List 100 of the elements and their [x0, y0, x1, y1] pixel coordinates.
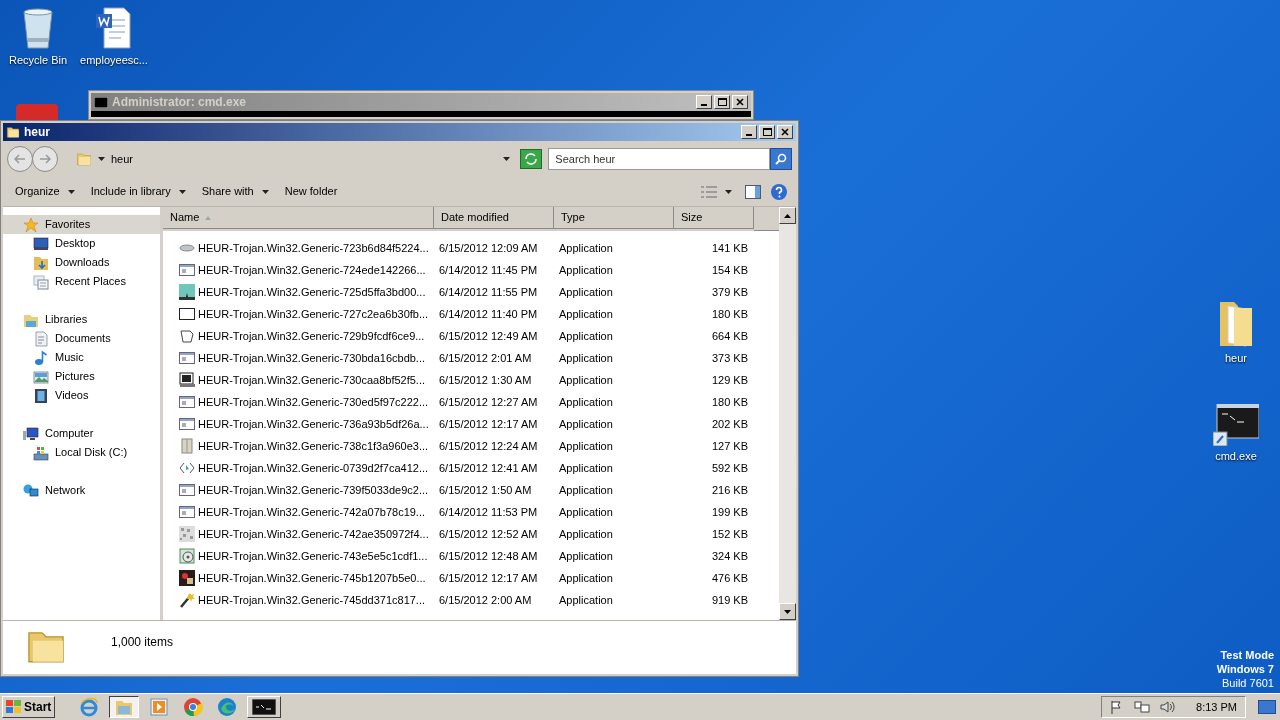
- app-window-icon: [179, 482, 195, 498]
- folder-icon: [75, 151, 92, 167]
- file-name[interactable]: HEUR-Trojan.Win32.Generic-725d5ffa3bd00...: [198, 283, 426, 301]
- date-cell-text: 6/14/2012 11:55 PM: [438, 284, 539, 300]
- caret-icon: [67, 189, 75, 194]
- size-cell-text: 373 KB: [710, 350, 749, 366]
- maximize-icon: [717, 98, 727, 106]
- app-window-icon: [179, 504, 195, 520]
- document-icon: [94, 6, 134, 50]
- console-maximize-button[interactable]: [714, 95, 730, 109]
- desktop-icon-label[interactable]: heur: [1225, 352, 1247, 366]
- caret-icon: [503, 157, 511, 161]
- code-brackets-icon: [179, 460, 195, 476]
- file-name[interactable]: HEUR-Trojan.Win32.Generic-724ede142266...: [198, 261, 426, 279]
- column-header[interactable]: Name: [163, 207, 434, 229]
- size-cell-text: 129 KB: [710, 372, 749, 388]
- date-cell-text: 6/15/2012 1:30 AM: [438, 372, 533, 388]
- file-name[interactable]: HEUR-Trojan.Win32.Generic-730bda16cbdb...: [198, 349, 426, 367]
- size-cell-text: 592 KB: [710, 460, 749, 476]
- search-button[interactable]: [770, 148, 792, 170]
- search-icon: [775, 153, 787, 165]
- test-mode-notice: Build 7601: [1222, 676, 1274, 690]
- file-name[interactable]: HEUR-Trojan.Win32.Generic-745b1207b5e0...: [198, 569, 426, 587]
- column-header[interactable]: Size: [674, 207, 754, 229]
- caret-icon: [261, 189, 269, 194]
- network-icon[interactable]: [1134, 700, 1151, 714]
- maximize-button[interactable]: [759, 125, 775, 139]
- file-name[interactable]: HEUR-Trojan.Win32.Generic-736a93b5df26a...: [198, 415, 429, 433]
- nav-item[interactable]: Libraries: [3, 310, 160, 329]
- date-cell-text: 6/15/2012 2:00 AM: [438, 592, 533, 608]
- start-button[interactable]: Start: [2, 696, 56, 718]
- nav-item[interactable]: Favorites: [3, 215, 160, 234]
- vertical-scrollbar[interactable]: [779, 207, 796, 620]
- dark-app-icon: [179, 570, 195, 586]
- speaker-icon[interactable]: [1160, 700, 1177, 714]
- type-cell-text: Application: [558, 284, 614, 300]
- terminal-icon: [179, 372, 195, 388]
- nav-item[interactable]: Network: [3, 481, 160, 500]
- file-name[interactable]: HEUR-Trojan.Win32.Generic-742a07b78c19...: [198, 503, 426, 521]
- landscape-icon: [179, 284, 195, 300]
- type-cell-text: Application: [558, 548, 614, 564]
- toolbar-button[interactable]: Organize: [9, 180, 81, 203]
- nav-item[interactable]: Pictures: [3, 367, 160, 386]
- close-button[interactable]: [777, 125, 793, 139]
- search-field[interactable]: Search heur: [548, 148, 771, 170]
- type-cell-text: Application: [558, 262, 614, 278]
- size-cell-text: 664 KB: [710, 328, 749, 344]
- refresh-button[interactable]: [520, 149, 543, 169]
- desktop-icon-label[interactable]: cmd.exe: [1215, 449, 1257, 464]
- console-minimize-button[interactable]: [696, 95, 712, 109]
- file-name[interactable]: HEUR-Trojan.Win32.Generic-738c1f3a960e3...: [198, 437, 429, 455]
- file-name[interactable]: HEUR-Trojan.Win32.Generic-729b9fcdf6ce9...: [198, 327, 425, 345]
- monitor-icon: [33, 235, 49, 252]
- column-header[interactable]: Date modified: [434, 207, 554, 229]
- clock[interactable]: 8:13 PM: [1196, 698, 1237, 716]
- nav-item[interactable]: Recent Places: [3, 272, 160, 291]
- size-cell-text: 919 KB: [710, 592, 749, 608]
- date-cell-text: 6/14/2012 11:53 PM: [438, 504, 539, 520]
- file-name[interactable]: HEUR-Trojan.Win32.Generic-727c2ea6b30fb...: [198, 305, 429, 323]
- nav-item[interactable]: Computer: [3, 424, 160, 443]
- nav-item[interactable]: Downloads: [3, 253, 160, 272]
- test-mode-notice: Windows 7: [1216, 662, 1274, 676]
- minimize-button[interactable]: [741, 125, 757, 139]
- desktop-icon-label[interactable]: Recycle Bin: [8, 54, 68, 68]
- date-cell-text: 6/15/2012 12:09 AM: [438, 240, 539, 256]
- file-name[interactable]: HEUR-Trojan.Win32.Generic-730caa8bf52f5...: [198, 371, 426, 389]
- scroll-up-icon: [784, 213, 791, 218]
- caret-icon: [97, 157, 105, 161]
- toolbar-button[interactable]: Include in library: [84, 180, 192, 203]
- column-header[interactable]: Type: [554, 207, 674, 229]
- music-note-icon: [33, 349, 49, 366]
- close-icon: [781, 128, 789, 136]
- file-name[interactable]: HEUR-Trojan.Win32.Generic-742ae350972f4...: [198, 525, 429, 543]
- taskbar-button[interactable]: [109, 696, 140, 718]
- file-name[interactable]: HEUR-Trojan.Win32.Generic-743e5e5c1cdf1...: [198, 547, 428, 565]
- cabinet-icon: [179, 438, 195, 454]
- toolbar-button[interactable]: Share with: [195, 180, 275, 203]
- app-window-icon: [179, 416, 195, 432]
- type-cell-text: Application: [558, 504, 614, 520]
- pattern-icon: [179, 526, 195, 542]
- back-arrow-icon: [14, 154, 26, 164]
- nav-item[interactable]: Local Disk (C:): [3, 443, 160, 462]
- file-name[interactable]: HEUR-Trojan.Win32.Generic-739f5033de9c2...: [198, 481, 429, 499]
- internet-explorer-icon: [79, 697, 100, 717]
- desktop-icon-label[interactable]: employeesc...: [80, 54, 148, 68]
- nav-item[interactable]: Videos: [3, 386, 160, 405]
- nav-item[interactable]: Music: [3, 348, 160, 367]
- item-count: 1,000 items: [111, 634, 174, 651]
- chrome-icon: [183, 697, 204, 717]
- file-name[interactable]: HEUR-Trojan.Win32.Generic-0739d2f7ca412...: [198, 459, 429, 477]
- file-name[interactable]: HEUR-Trojan.Win32.Generic-730ed5f97c222...: [198, 393, 429, 411]
- type-cell-text: Application: [558, 240, 614, 256]
- nav-item[interactable]: Documents: [3, 329, 160, 348]
- toolbar-button[interactable]: New folder: [278, 180, 344, 203]
- file-name[interactable]: HEUR-Trojan.Win32.Generic-745dd371c817...: [198, 591, 426, 609]
- console-close-button[interactable]: [732, 95, 748, 109]
- type-cell-text: Application: [558, 394, 614, 410]
- picture-icon: [33, 368, 49, 385]
- nav-item[interactable]: Desktop: [3, 234, 160, 253]
- file-name[interactable]: HEUR-Trojan.Win32.Generic-723b6d84f5224...: [198, 239, 429, 257]
